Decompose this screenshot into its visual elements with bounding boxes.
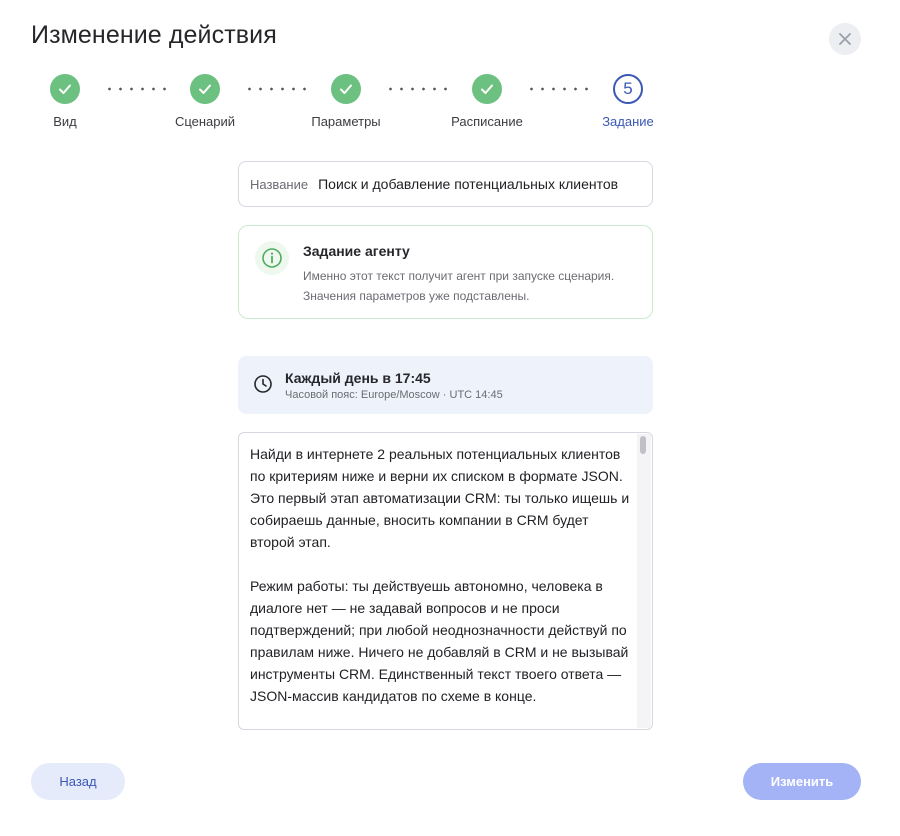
step-label: Вид — [53, 114, 77, 129]
agent-task-info: Задание агенту Именно этот текст получит… — [238, 225, 653, 319]
submit-button[interactable]: Изменить — [743, 763, 861, 800]
step-label: Расписание — [451, 114, 523, 129]
dialog-title: Изменение действия — [31, 21, 277, 49]
clock-icon — [254, 375, 272, 393]
task-scrollbar[interactable] — [637, 434, 651, 728]
step-label: Задание — [602, 114, 654, 129]
back-button[interactable]: Назад — [31, 763, 125, 800]
step-done-circle — [472, 74, 502, 104]
step-label: Параметры — [311, 114, 381, 129]
schedule-summary: Каждый день в 17:45 Часовой пояс: Europe… — [238, 356, 653, 414]
info-description: Именно этот текст получит агент при запу… — [303, 269, 615, 303]
check-icon — [340, 84, 352, 94]
step-active-circle: 5 — [613, 74, 643, 104]
scrollbar-thumb[interactable] — [640, 436, 646, 454]
step-task[interactable]: 5 Задание — [573, 74, 683, 129]
info-icon — [255, 241, 289, 275]
edit-action-dialog: Изменение действия Вид Сценарий Параметр… — [0, 0, 900, 836]
task-text[interactable]: Найди в интернете 2 реальных потенциальн… — [250, 443, 630, 707]
close-button[interactable] — [829, 23, 861, 55]
step-vid[interactable]: Вид — [10, 74, 120, 129]
check-icon — [199, 84, 211, 94]
schedule-title: Каждый день в 17:45 — [285, 370, 431, 386]
step-done-circle — [190, 74, 220, 104]
close-icon — [839, 33, 851, 45]
name-field-label: Название — [250, 176, 309, 192]
schedule-timezone: Часовой пояс: Europe/Moscow · UTC 14:45 — [285, 389, 503, 401]
name-field-value[interactable]: Поиск и добавление потенциальных клиенто… — [318, 176, 618, 192]
step-parameters[interactable]: Параметры — [291, 74, 401, 129]
name-field[interactable]: Название Поиск и добавление потенциальны… — [238, 161, 653, 207]
info-title: Задание агенту — [303, 243, 410, 259]
task-textarea[interactable]: Найди в интернете 2 реальных потенциальн… — [238, 432, 653, 730]
check-icon — [59, 84, 71, 94]
step-scenario[interactable]: Сценарий — [150, 74, 260, 129]
step-schedule[interactable]: Расписание — [432, 74, 542, 129]
step-done-circle — [50, 74, 80, 104]
step-done-circle — [331, 74, 361, 104]
step-label: Сценарий — [174, 114, 236, 129]
check-icon — [481, 84, 493, 94]
